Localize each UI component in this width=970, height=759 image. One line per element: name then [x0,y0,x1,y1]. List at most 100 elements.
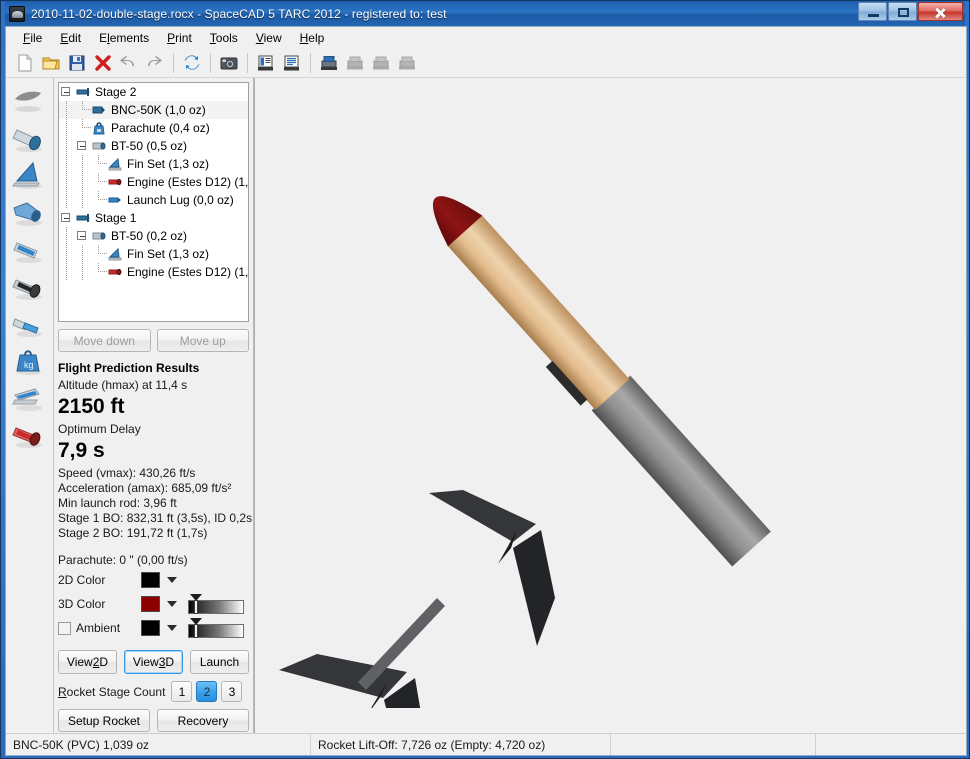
mass-object-tool[interactable]: kg [6,341,52,378]
print-preview-icon[interactable] [253,51,279,75]
tree-item[interactable]: Engine (Estes D12) (1, [59,263,248,281]
maximize-button[interactable] [888,2,917,21]
transition-tool[interactable] [6,193,52,230]
fin-set-tool[interactable] [6,156,52,193]
ambient-checkbox[interactable] [58,621,71,635]
color-2d-dropdown-icon[interactable] [167,577,177,583]
window-buttons [858,2,963,21]
altitude-value: 2150 ft [58,395,125,418]
engine-block-tool[interactable] [6,267,52,304]
tree-item[interactable]: Stage 2 [59,83,248,101]
launch-button[interactable]: Launch [190,650,249,674]
delay-label: Optimum Delay [58,422,141,436]
engine-tool[interactable] [6,415,52,452]
tree-expander[interactable] [75,137,91,155]
tree-indent [59,137,75,155]
tree-item-label: BT-50 (0,5 oz) [111,139,188,153]
launch-lug-icon [107,192,123,208]
main-area: kg Stage 2 BNC-50K (1,0 oz) Parachute (0,4… [6,78,966,733]
stage-count-1[interactable]: 1 [171,681,193,702]
print-icon[interactable] [316,51,342,75]
bottom-buttons: Setup Rocket Recovery [58,709,249,732]
tree-item[interactable]: BT-50 (0,2 oz) [59,227,248,245]
status-bar: BNC-50K (PVC) 1,039 oz Rocket Lift-Off: … [6,733,966,755]
view-2d-button[interactable]: View 2D [58,650,117,674]
tree-item-label: Engine (Estes D12) (1, [127,265,249,279]
stage-count-2[interactable]: 2 [196,681,218,702]
tree-item[interactable]: Fin Set (1,3 oz) [59,245,248,263]
menu-file[interactable]: File [14,28,51,48]
minimize-button[interactable] [858,2,887,21]
close-button[interactable] [918,2,963,21]
menu-bar: File Edit Elements Print Tools View Help [6,27,966,49]
camera-icon[interactable] [216,51,242,75]
altitude-label: Altitude (hmax) at 11,4 s [58,378,188,392]
save-icon[interactable] [64,51,90,75]
color-3d-dropdown-icon[interactable] [167,601,177,607]
inner-tube-tool[interactable] [6,230,52,267]
engine-icon [107,174,123,190]
menu-edit[interactable]: Edit [51,28,90,48]
move-up-button[interactable]: Move up [156,329,249,352]
results-header: Flight Prediction Results [58,361,200,375]
menu-help[interactable]: Help [291,28,334,48]
color-2d-swatch[interactable] [141,572,160,588]
color-3d-label: 3D Color [58,597,106,611]
tree-indent [75,173,91,191]
component-tree[interactable]: Stage 2 BNC-50K (1,0 oz) Parachute (0,4 oz… [58,82,249,322]
tree-item[interactable]: BT-50 (0,5 oz) [59,137,248,155]
menu-view[interactable]: View [247,28,291,48]
nose-cone-tool[interactable] [6,82,52,119]
tree-expander [91,263,107,281]
menu-elements[interactable]: Elements [90,28,158,48]
coupler-tool[interactable] [6,304,52,341]
tree-item[interactable]: Stage 1 [59,209,248,227]
move-down-button[interactable]: Move down [58,329,151,352]
new-file-icon[interactable] [12,51,38,75]
ambient-brightness-slider[interactable] [188,618,244,638]
tree-indent [59,155,75,173]
status-panel-3 [611,734,816,755]
refresh-icon[interactable] [179,51,205,75]
parachute-info: Parachute: 0 " (0,00 ft/s) [58,553,188,567]
tree-indent [75,155,91,173]
launch-lug-tool[interactable] [6,378,52,415]
selected-component-status: BNC-50K (PVC) 1,039 oz [6,734,311,755]
menu-tools[interactable]: Tools [201,28,247,48]
tree-item[interactable]: Engine (Estes D12) (1, [59,173,248,191]
stage-count-3[interactable]: 3 [221,681,243,702]
color-3d-swatch[interactable] [141,596,160,612]
menu-print[interactable]: Print [158,28,201,48]
tree-expander[interactable] [75,227,91,245]
tree-indent [59,227,75,245]
tree-item[interactable]: Parachute (0,4 oz) [59,119,248,137]
body-tube-icon [91,138,107,154]
tree-item[interactable]: Launch Lug (0,0 oz) [59,191,248,209]
tree-expander[interactable] [59,209,75,227]
recovery-button[interactable]: Recovery [157,709,249,732]
max-acceleration: Acceleration (amax): 685,09 ft/s² [58,481,232,495]
tree-expander [91,155,107,173]
ambient-swatch[interactable] [141,620,160,636]
rocket-3d-viewport[interactable] [254,78,966,733]
color-2d-row: 2D Color [58,568,249,592]
delete-icon[interactable] [90,51,116,75]
color-3d-brightness-slider[interactable] [188,594,244,614]
undo-icon[interactable] [116,51,142,75]
redo-icon[interactable] [142,51,168,75]
tree-item-label: Stage 1 [95,211,137,225]
stage1-burnout: Stage 1 BO: 832,31 ft (3,5s), ID 0,2s [58,511,253,525]
body-tube-tool[interactable] [6,119,52,156]
setup-rocket-button[interactable]: Setup Rocket [58,709,150,732]
tree-expander[interactable] [59,83,75,101]
view-3d-button[interactable]: View 3D [124,650,183,674]
tree-item[interactable]: Fin Set (1,3 oz) [59,155,248,173]
tree-expander [91,191,107,209]
stage-icon [75,84,91,100]
print-list-icon[interactable] [279,51,305,75]
tree-item-label: BT-50 (0,2 oz) [111,229,188,243]
open-folder-icon[interactable] [38,51,64,75]
ambient-dropdown-icon[interactable] [167,625,177,631]
tree-item[interactable]: BNC-50K (1,0 oz) [59,101,248,119]
stage-count-label: Rocket Stage Count [58,684,166,699]
